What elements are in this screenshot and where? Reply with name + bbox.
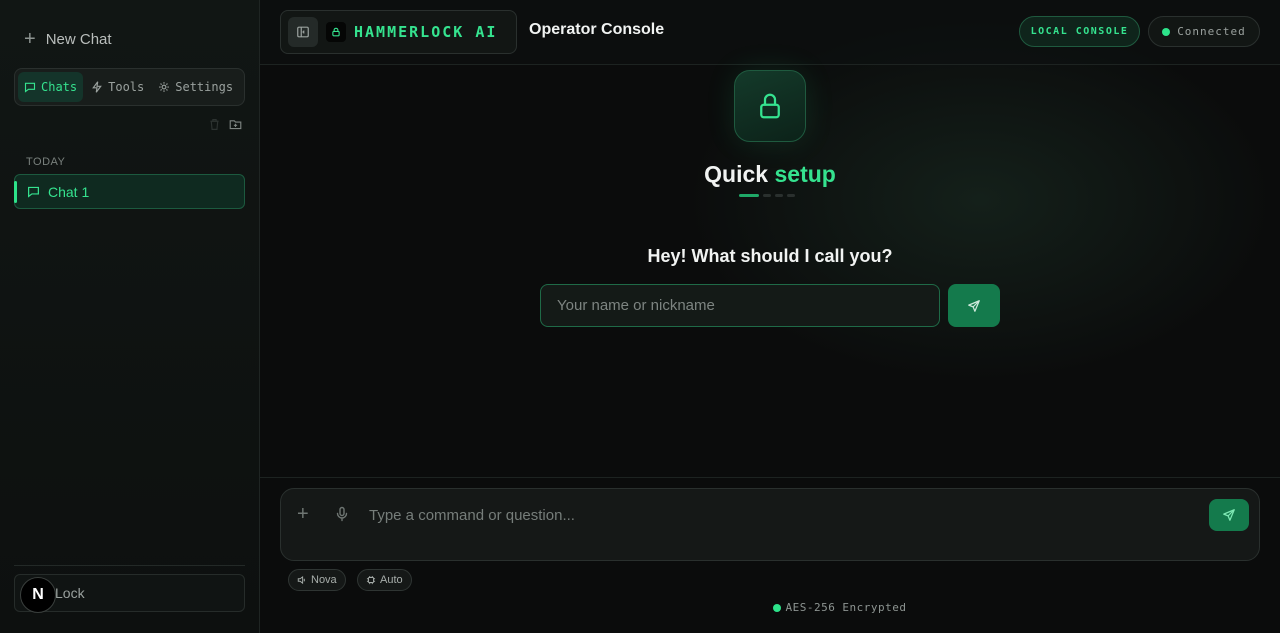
sidebar-toggle-icon <box>297 26 309 38</box>
setup-title-part2: setup <box>774 161 836 187</box>
tab-settings[interactable]: Settings <box>152 72 239 102</box>
tab-tools-label: Tools <box>108 80 145 94</box>
send-icon <box>968 299 980 312</box>
page-title: Operator Console <box>529 21 665 38</box>
brand-name: HAMMERLOCK AI <box>354 23 498 41</box>
progress-step <box>787 194 795 197</box>
tab-tools[interactable]: Tools <box>85 72 150 102</box>
microphone-icon[interactable] <box>334 506 350 527</box>
tab-chats-label: Chats <box>41 80 78 94</box>
speaker-icon <box>297 575 305 585</box>
new-chat-label: New Chat <box>45 30 112 48</box>
chat-item-label: Chat 1 <box>48 183 90 200</box>
chat-icon <box>28 186 39 198</box>
lock-icon <box>760 93 780 119</box>
chat-list-item[interactable]: Chat 1 <box>14 174 245 209</box>
gear-icon <box>159 82 170 92</box>
brand-lock-icon <box>326 22 346 42</box>
progress-step <box>775 194 783 197</box>
submit-name-button[interactable] <box>948 284 1000 327</box>
lock-label: Lock <box>55 585 85 601</box>
send-icon <box>1223 509 1235 521</box>
bolt-icon <box>92 81 102 93</box>
voice-chip[interactable]: Nova <box>288 569 346 591</box>
trash-icon[interactable] <box>208 118 221 131</box>
new-chat-button[interactable]: + New Chat <box>24 28 112 50</box>
model-chip-label: Auto <box>380 574 403 586</box>
sidebar-toggle-button[interactable] <box>288 17 318 47</box>
tab-settings-label: Settings <box>175 80 234 94</box>
setup-question: Hey! What should I call you? <box>647 246 893 266</box>
connection-status-badge: Connected <box>1148 16 1260 47</box>
chat-icon <box>24 82 36 93</box>
connection-status-label: Connected <box>1177 25 1246 38</box>
model-chip[interactable]: Auto <box>357 569 412 591</box>
divider <box>260 477 1280 478</box>
local-console-badge: LOCAL CONSOLE <box>1019 16 1140 47</box>
top-bar: HAMMERLOCK AI Operator Console LOCAL CON… <box>260 0 1280 65</box>
brand-box: HAMMERLOCK AI <box>280 10 517 54</box>
sidebar-tabs: Chats Tools Settings <box>14 68 245 106</box>
sidebar: + New Chat Chats Tools Settings TODAY Ch… <box>0 0 260 633</box>
cpu-icon <box>366 575 376 585</box>
avatar[interactable]: N <box>20 577 56 613</box>
send-button[interactable] <box>1209 499 1249 531</box>
main-panel: HAMMERLOCK AI Operator Console LOCAL CON… <box>260 0 1280 633</box>
folder-plus-icon[interactable] <box>229 118 242 131</box>
command-input[interactable] <box>369 503 1199 527</box>
voice-chip-label: Nova <box>311 574 337 586</box>
tab-chats[interactable]: Chats <box>18 72 84 102</box>
progress-step <box>763 194 771 197</box>
setup-progress <box>739 194 795 197</box>
encryption-status: AES-256 Encrypted <box>260 601 1280 614</box>
lock-tile <box>734 70 806 142</box>
encryption-dot-icon <box>773 603 782 612</box>
progress-step <box>739 194 759 197</box>
composer: + <box>280 488 1260 561</box>
attach-plus-icon[interactable]: + <box>297 503 309 526</box>
encryption-label: AES-256 Encrypted <box>785 601 907 614</box>
setup-title: Quick setup <box>260 161 1280 188</box>
sidebar-actions <box>208 118 242 131</box>
plus-icon: + <box>24 28 36 50</box>
setup-title-part1: Quick <box>704 161 769 187</box>
divider <box>14 565 245 566</box>
section-today-label: TODAY <box>26 156 66 168</box>
name-input[interactable] <box>540 284 940 327</box>
status-dot-icon <box>1162 27 1171 36</box>
